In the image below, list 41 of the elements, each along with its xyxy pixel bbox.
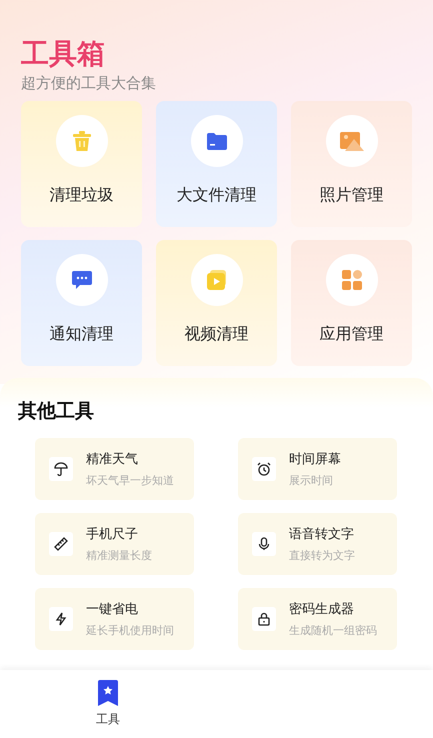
section-title: 其他工具 — [17, 399, 95, 424]
tool-card[interactable]: 通知清理 — [21, 240, 142, 366]
tool-card[interactable]: 照片管理 — [291, 101, 412, 227]
tool-item[interactable]: 一键省电 延长手机使用时间 — [35, 588, 194, 650]
ruler-icon — [54, 537, 68, 551]
tool-item[interactable]: 精准天气 坏天气早一步知道 — [35, 438, 194, 500]
umbrella-icon — [54, 462, 68, 476]
tool-item[interactable]: 时间屏幕 展示时间 — [238, 438, 397, 500]
tool-name: 精准天气 — [86, 451, 139, 468]
tool-description: 生成随机一组密码 — [289, 623, 377, 638]
page-title: 工具箱 — [21, 36, 106, 72]
tool-description: 精准测量长度 — [86, 548, 152, 563]
bookmark-star-icon — [95, 680, 121, 706]
image-icon — [340, 132, 364, 150]
folder-icon — [206, 132, 226, 150]
lightning-icon — [54, 612, 68, 626]
lock-icon — [257, 612, 271, 626]
nav-tab[interactable]: 工具 — [0, 670, 216, 738]
tool-name: 密码生成器 — [289, 601, 355, 618]
tool-card[interactable]: 应用管理 — [291, 240, 412, 366]
tool-name: 语音转文字 — [289, 526, 355, 543]
tool-card[interactable]: 大文件清理 — [156, 101, 277, 227]
tool-description: 展示时间 — [289, 473, 334, 488]
tool-item[interactable]: 手机尺子 精准测量长度 — [35, 513, 194, 575]
grid-icon — [342, 270, 362, 290]
tool-card[interactable]: 视频清理 — [156, 240, 277, 366]
page-subtitle: 超方便的工具大合集 — [21, 74, 157, 93]
tool-item[interactable]: 密码生成器 生成随机一组密码 — [238, 588, 397, 650]
tool-item[interactable]: 语音转文字 直接转为文字 — [238, 513, 397, 575]
trash-icon — [72, 131, 90, 151]
play-icon — [206, 270, 226, 290]
tool-description: 直接转为文字 — [289, 548, 355, 563]
tool-name: 手机尺子 — [86, 526, 139, 543]
tool-description: 延长手机使用时间 — [86, 623, 174, 638]
chat-icon — [72, 271, 92, 289]
tool-description: 坏天气早一步知道 — [86, 473, 174, 488]
tool-name: 一键省电 — [86, 601, 139, 618]
tool-card[interactable]: 清理垃圾 — [21, 101, 142, 227]
alarm-clock-icon — [257, 462, 271, 476]
tool-name: 时间屏幕 — [289, 451, 341, 468]
microphone-icon — [257, 537, 271, 551]
